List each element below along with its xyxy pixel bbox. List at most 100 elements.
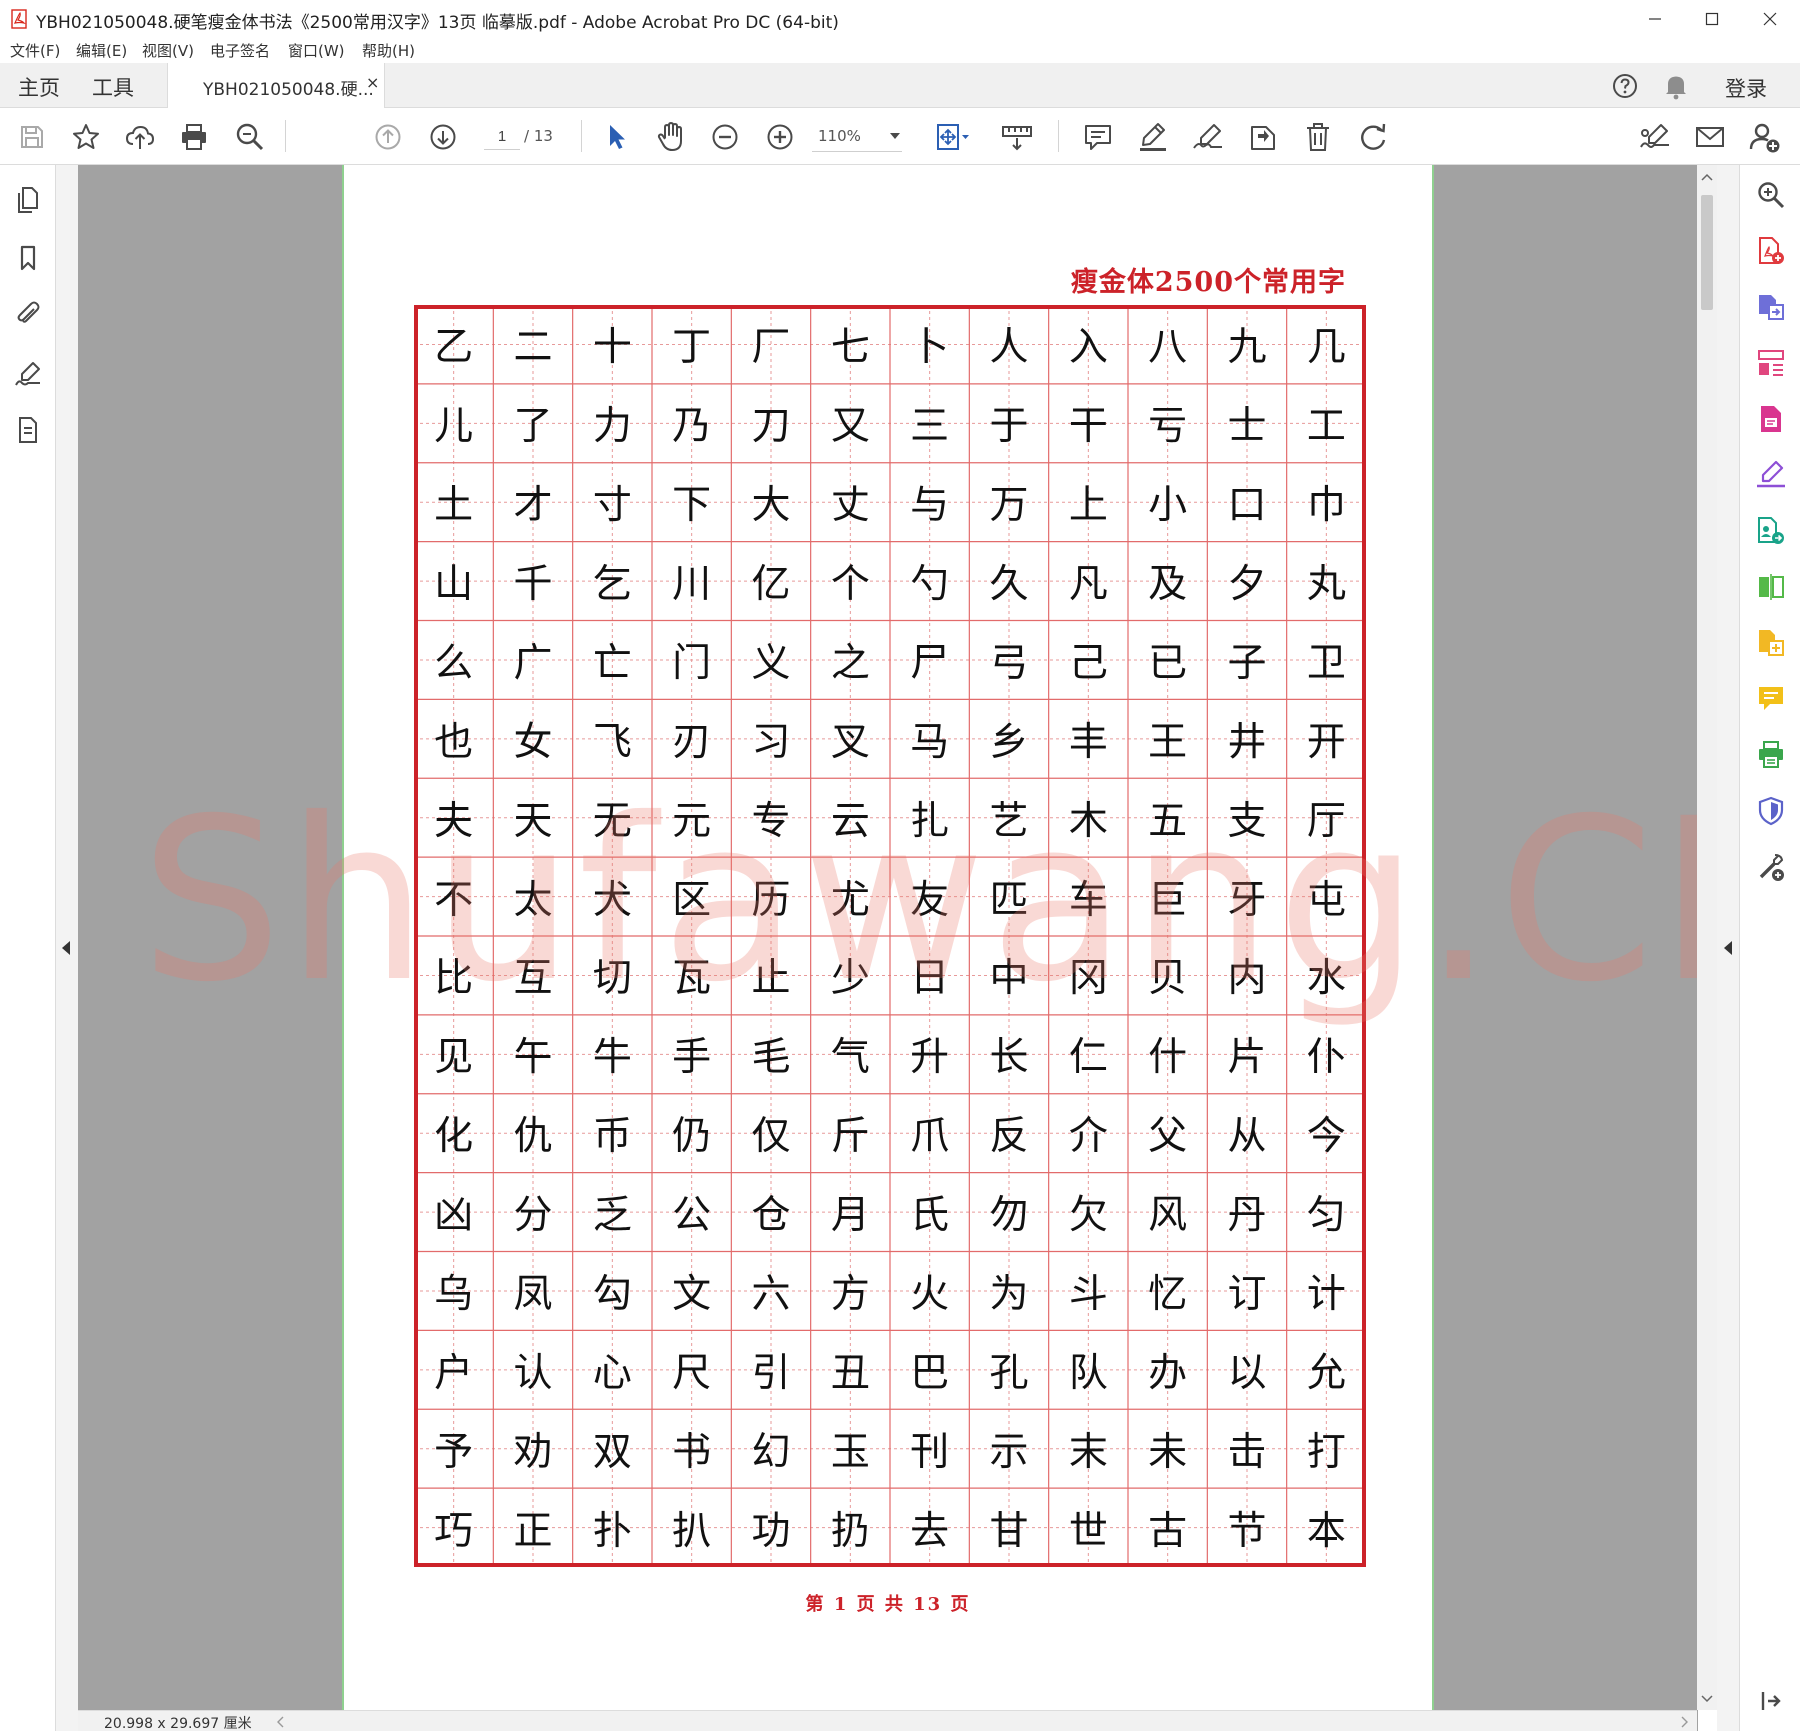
- vertical-scrollbar[interactable]: [1697, 165, 1717, 1710]
- page-up-icon[interactable]: [370, 119, 406, 155]
- pages-icon[interactable]: [13, 185, 43, 215]
- grid-character: 切: [592, 956, 632, 1002]
- protect-icon[interactable]: [1755, 795, 1787, 827]
- grid-character: 风: [1148, 1193, 1188, 1239]
- scroll-right-arrow-icon[interactable]: [1681, 1716, 1689, 1728]
- scroll-up-arrow-icon[interactable]: [1701, 173, 1713, 181]
- page-number-input[interactable]: [484, 124, 520, 150]
- hand-icon[interactable]: [653, 119, 689, 155]
- more-tools-icon[interactable]: [1755, 851, 1787, 883]
- share-user-icon[interactable]: [1746, 119, 1782, 155]
- grid-character: 世: [1068, 1508, 1108, 1554]
- grid-character: 扔: [830, 1508, 870, 1554]
- grid-character: 扑: [592, 1508, 632, 1554]
- edit-pdf-icon[interactable]: [1755, 403, 1787, 435]
- left-panel-toggle[interactable]: [56, 165, 78, 1731]
- sign-icon[interactable]: [1190, 119, 1226, 155]
- search-zoom-icon[interactable]: [1755, 179, 1787, 211]
- grid-character: 寸: [592, 483, 632, 529]
- scrollbar-thumb[interactable]: [1701, 195, 1713, 310]
- print-icon[interactable]: [176, 119, 212, 155]
- grid-character: 川: [672, 562, 712, 608]
- grid-character: 末: [1068, 1429, 1108, 1475]
- tab-tools[interactable]: 工具: [92, 72, 134, 102]
- export-pdf-icon[interactable]: [1755, 291, 1787, 323]
- menu-help[interactable]: 帮助(H): [362, 40, 415, 61]
- scroll-down-arrow-icon[interactable]: [1701, 1695, 1713, 1703]
- signature-icon[interactable]: [13, 359, 43, 389]
- grid-character: 士: [1227, 404, 1267, 450]
- tab-document[interactable]: YBH021050048.硬... ×: [167, 63, 385, 108]
- stamp-icon[interactable]: [1245, 119, 1281, 155]
- measure-icon[interactable]: [999, 119, 1035, 155]
- grid-character: 车: [1068, 877, 1108, 923]
- grid-character: 打: [1306, 1429, 1346, 1475]
- save-icon[interactable]: [14, 119, 50, 155]
- delete-icon[interactable]: [1300, 119, 1336, 155]
- page-total-label: / 13: [524, 127, 553, 145]
- grid-character: 心: [592, 1350, 632, 1396]
- fill-sign-icon[interactable]: [1637, 119, 1673, 155]
- grid-character: 专: [751, 798, 791, 844]
- close-tab-icon[interactable]: ×: [366, 73, 379, 92]
- bookmark-icon[interactable]: [13, 243, 43, 273]
- notification-bell-icon[interactable]: [1664, 72, 1688, 104]
- scroll-left-arrow-icon[interactable]: [276, 1716, 284, 1728]
- grid-character: 八: [1148, 325, 1188, 371]
- create-pdf-icon[interactable]: [1755, 235, 1787, 267]
- zoom-in-icon[interactable]: [762, 119, 798, 155]
- menu-edit[interactable]: 编辑(E): [76, 40, 127, 61]
- grid-character: 支: [1227, 798, 1267, 844]
- fit-page-icon[interactable]: [935, 119, 971, 155]
- grid-character: 刃: [672, 719, 712, 765]
- zoom-search-icon[interactable]: [232, 119, 268, 155]
- grid-character: 本: [1306, 1508, 1346, 1554]
- fill-sign-tool-icon[interactable]: [1755, 459, 1787, 491]
- grid-character: 忆: [1148, 1271, 1188, 1317]
- help-icon[interactable]: [1612, 73, 1638, 103]
- combine-icon[interactable]: [1755, 627, 1787, 659]
- page-down-icon[interactable]: [425, 119, 461, 155]
- left-navigation-rail: [0, 165, 56, 1731]
- attachment-icon[interactable]: [13, 299, 43, 329]
- highlight-pen-icon[interactable]: [1135, 119, 1171, 155]
- compare-icon[interactable]: [1755, 571, 1787, 603]
- zoom-out-icon[interactable]: [707, 119, 743, 155]
- right-panel-toggle[interactable]: [1717, 165, 1739, 1731]
- grid-character: 无: [592, 798, 632, 844]
- grid-character: 乙: [434, 325, 474, 371]
- rotate-icon[interactable]: [1355, 119, 1391, 155]
- star-icon[interactable]: [68, 119, 104, 155]
- expand-panel-icon[interactable]: [1755, 1685, 1787, 1717]
- grid-character: 文: [672, 1271, 712, 1317]
- minimize-button[interactable]: [1627, 0, 1683, 37]
- grid-character: 书: [672, 1429, 712, 1475]
- maximize-button[interactable]: [1684, 0, 1740, 37]
- upload-cloud-icon[interactable]: [122, 119, 158, 155]
- menu-view[interactable]: 视图(V): [142, 40, 194, 61]
- comment-icon[interactable]: [1080, 119, 1116, 155]
- sign-in-link[interactable]: 登录: [1725, 73, 1767, 103]
- grid-character: 广: [513, 640, 553, 686]
- grid-character: 币: [592, 1114, 632, 1160]
- close-window-button[interactable]: [1742, 0, 1798, 37]
- send-review-icon[interactable]: [1755, 515, 1787, 547]
- grid-character: 木: [1068, 798, 1108, 844]
- menu-e-sign[interactable]: 电子签名: [210, 40, 270, 61]
- menu-file[interactable]: 文件(F): [10, 40, 60, 61]
- menu-window[interactable]: 窗口(W): [288, 40, 345, 61]
- tab-home[interactable]: 主页: [18, 72, 60, 102]
- grid-character: 大: [751, 483, 791, 529]
- comment-tool-icon[interactable]: [1755, 683, 1787, 715]
- grid-character: 才: [513, 483, 553, 529]
- print-production-icon[interactable]: [1755, 739, 1787, 771]
- document-icon[interactable]: [13, 415, 43, 445]
- grid-character: 水: [1306, 956, 1346, 1002]
- organize-pages-icon[interactable]: [1755, 347, 1787, 379]
- grid-character: 刊: [910, 1429, 950, 1475]
- grid-character: 斤: [830, 1114, 870, 1160]
- grid-character: 夫: [434, 798, 474, 844]
- select-arrow-icon[interactable]: [598, 119, 634, 155]
- email-icon[interactable]: [1692, 119, 1728, 155]
- grid-character: 反: [989, 1114, 1029, 1160]
